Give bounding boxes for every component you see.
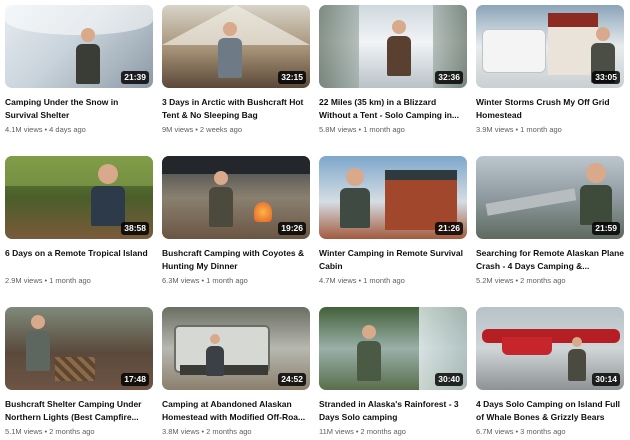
video-title[interactable]: Winter Storms Crush My Off Grid Homestea… (476, 96, 624, 122)
video-card[interactable]: 38:58 6 Days on a Remote Tropical Island… (5, 156, 153, 286)
video-card[interactable]: 32:36 22 Miles (35 km) in a Blizzard Wit… (319, 5, 467, 135)
video-title[interactable]: 22 Miles (35 km) in a Blizzard Without a… (319, 96, 467, 122)
video-thumbnail[interactable]: 33:05 (476, 5, 624, 88)
video-thumbnail[interactable]: 32:36 (319, 5, 467, 88)
duration-badge: 19:26 (278, 222, 306, 235)
upload-age: 1 month ago (206, 276, 248, 285)
upload-age: 3 months ago (520, 427, 566, 436)
video-title[interactable]: 4 Days Solo Camping on Island Full of Wh… (476, 398, 624, 424)
upload-age: 1 month ago (520, 125, 562, 134)
video-thumbnail[interactable]: 24:52 (162, 307, 310, 390)
view-count: 9M views (162, 125, 194, 134)
video-thumbnail[interactable]: 21:39 (5, 5, 153, 88)
view-count: 6.3M views (162, 276, 200, 285)
view-count: 11M views (319, 427, 354, 436)
duration-badge: 17:48 (121, 373, 149, 386)
upload-age: 4 days ago (49, 125, 86, 134)
upload-age: 2 months ago (206, 427, 252, 436)
view-count: 3.9M views (476, 125, 514, 134)
upload-age: 2 weeks ago (199, 125, 243, 134)
video-card[interactable]: 30:40 Stranded in Alaska's Rainforest - … (319, 307, 467, 437)
duration-badge: 30:14 (592, 373, 620, 386)
video-title[interactable]: Camping at Abandoned Alaskan Homestead w… (162, 398, 310, 424)
upload-age: 1 month ago (363, 276, 405, 285)
video-thumbnail[interactable]: 21:26 (319, 156, 467, 239)
upload-age: 2 months ago (360, 427, 406, 436)
view-count: 4.7M views (319, 276, 357, 285)
video-card[interactable]: 32:15 3 Days in Arctic with Bushcraft Ho… (162, 5, 310, 135)
duration-badge: 30:40 (435, 373, 463, 386)
video-card[interactable]: 19:26 Bushcraft Camping with Coyotes & H… (162, 156, 310, 286)
video-meta: 4.7M views • 1 month ago (319, 276, 405, 285)
video-card[interactable]: 17:48 Bushcraft Shelter Camping Under No… (5, 307, 153, 437)
upload-age: 2 months ago (49, 427, 95, 436)
video-card[interactable]: 21:59 Searching for Remote Alaskan Plane… (476, 156, 624, 286)
duration-badge: 32:36 (435, 71, 463, 84)
view-count: 3.8M views (162, 427, 200, 436)
view-count: 2.9M views (5, 276, 43, 285)
video-meta: 11M views • 2 months ago (319, 427, 406, 436)
video-card[interactable]: 21:26 Winter Camping in Remote Survival … (319, 156, 467, 286)
upload-age: 1 month ago (363, 125, 405, 134)
video-meta: 2.9M views • 1 month ago (5, 276, 91, 285)
video-card[interactable]: 21:39 Camping Under the Snow in Survival… (5, 5, 153, 135)
duration-badge: 24:52 (278, 373, 306, 386)
video-thumbnail[interactable]: 32:15 (162, 5, 310, 88)
video-meta: 5.1M views • 2 months ago (5, 427, 95, 436)
video-thumbnail[interactable]: 17:48 (5, 307, 153, 390)
view-count: 5.8M views (319, 125, 357, 134)
video-thumbnail[interactable]: 19:26 (162, 156, 310, 239)
view-count: 5.2M views (476, 276, 514, 285)
upload-age: 2 months ago (520, 276, 566, 285)
video-thumbnail[interactable]: 30:14 (476, 307, 624, 390)
video-thumbnail[interactable]: 30:40 (319, 307, 467, 390)
video-title[interactable]: Stranded in Alaska's Rainforest - 3 Days… (319, 398, 467, 424)
view-count: 5.1M views (5, 427, 43, 436)
upload-age: 1 month ago (49, 276, 91, 285)
video-title[interactable]: Bushcraft Camping with Coyotes & Hunting… (162, 247, 310, 273)
video-meta: 6.7M views • 3 months ago (476, 427, 566, 436)
video-title[interactable]: Winter Camping in Remote Survival Cabin (319, 247, 467, 273)
video-card[interactable]: 24:52 Camping at Abandoned Alaskan Homes… (162, 307, 310, 437)
duration-badge: 21:59 (592, 222, 620, 235)
video-meta: 5.2M views • 2 months ago (476, 276, 566, 285)
video-title[interactable]: Searching for Remote Alaskan Plane Crash… (476, 247, 624, 273)
video-card[interactable]: 30:14 4 Days Solo Camping on Island Full… (476, 307, 624, 437)
video-meta: 9M views • 2 weeks ago (162, 125, 243, 134)
duration-badge: 33:05 (592, 71, 620, 84)
duration-badge: 21:39 (121, 71, 149, 84)
view-count: 4.1M views (5, 125, 43, 134)
video-title[interactable]: Camping Under the Snow in Survival Shelt… (5, 96, 153, 122)
duration-badge: 38:58 (121, 222, 149, 235)
video-meta: 3.9M views • 1 month ago (476, 125, 562, 134)
video-title[interactable]: 6 Days on a Remote Tropical Island (5, 247, 153, 273)
video-meta: 5.8M views • 1 month ago (319, 125, 405, 134)
video-thumbnail[interactable]: 21:59 (476, 156, 624, 239)
duration-badge: 21:26 (435, 222, 463, 235)
video-card[interactable]: 33:05 Winter Storms Crush My Off Grid Ho… (476, 5, 624, 135)
video-thumbnail[interactable]: 38:58 (5, 156, 153, 239)
video-meta: 4.1M views • 4 days ago (5, 125, 86, 134)
video-title[interactable]: Bushcraft Shelter Camping Under Northern… (5, 398, 153, 424)
video-meta: 3.8M views • 2 months ago (162, 427, 252, 436)
view-count: 6.7M views (476, 427, 514, 436)
video-title[interactable]: 3 Days in Arctic with Bushcraft Hot Tent… (162, 96, 310, 122)
duration-badge: 32:15 (278, 71, 306, 84)
video-meta: 6.3M views • 1 month ago (162, 276, 248, 285)
